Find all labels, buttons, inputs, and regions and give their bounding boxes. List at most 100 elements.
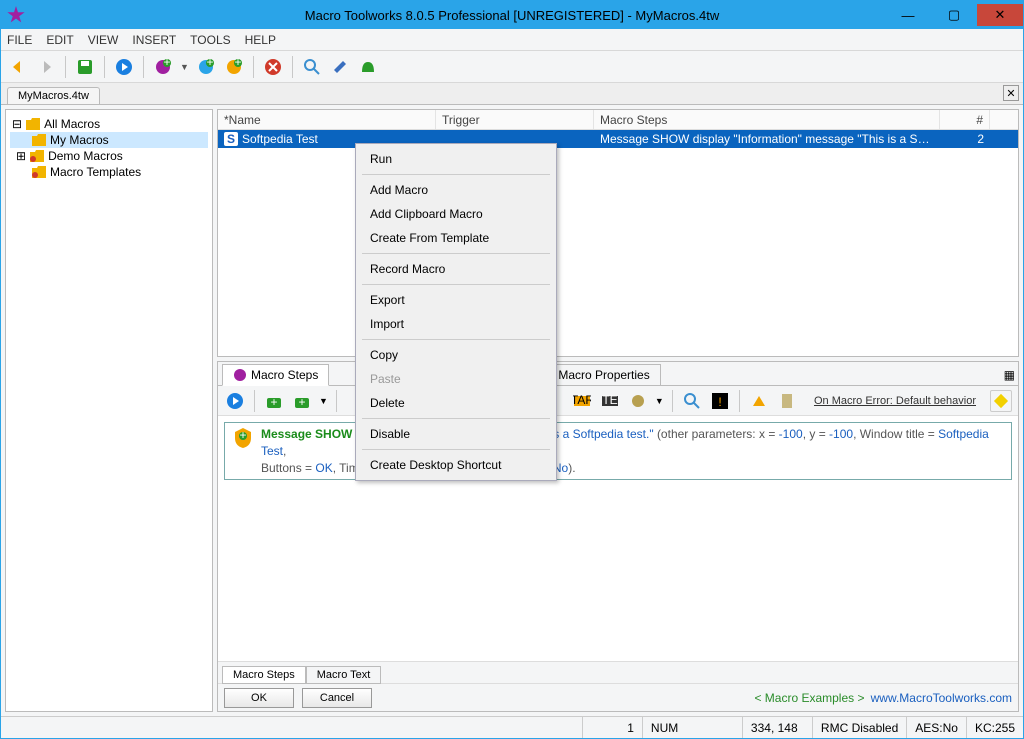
detail-panel: Macro Steps Macro Properties ▦ + + ▼ <box>217 361 1019 712</box>
svg-text:+: + <box>270 395 277 409</box>
svg-text:!: ! <box>718 395 721 409</box>
collapse-icon[interactable]: ⊟ <box>12 117 22 131</box>
ctx-import[interactable]: Import <box>358 312 554 336</box>
ctx-paste: Paste <box>358 367 554 391</box>
gear-small-icon[interactable] <box>627 390 649 412</box>
svg-text:+: + <box>206 58 213 69</box>
error-behavior-link[interactable]: On Macro Error: Default behavior <box>814 395 976 407</box>
find-button[interactable] <box>301 56 323 78</box>
expand-icon[interactable]: ⊞ <box>16 149 26 163</box>
website-link[interactable]: www.MacroToolworks.com <box>871 691 1012 705</box>
menubar: FILE EDIT VIEW INSERT TOOLS HELP <box>1 29 1023 51</box>
ctx-record[interactable]: Record Macro <box>358 257 554 281</box>
dropdown-arrow-icon[interactable]: ▼ <box>180 62 189 72</box>
find-step-button[interactable] <box>681 390 703 412</box>
ctx-delete[interactable]: Delete <box>358 391 554 415</box>
run-button[interactable] <box>113 56 135 78</box>
svg-text:+: + <box>234 58 241 69</box>
menu-help[interactable]: HELP <box>245 33 276 47</box>
macro-list[interactable]: *Name Trigger Macro Steps # S Softpedia … <box>217 109 1019 357</box>
list-header: *Name Trigger Macro Steps # <box>218 110 1018 130</box>
row-steps: Message SHOW display "Information" messa… <box>594 132 940 146</box>
start-rec-icon[interactable]: START <box>571 390 593 412</box>
svg-text:+: + <box>163 58 170 69</box>
ctx-add-macro[interactable]: Add Macro <box>358 178 554 202</box>
ctx-export[interactable]: Export <box>358 288 554 312</box>
svg-text:+: + <box>239 428 246 442</box>
col-name[interactable]: *Name <box>218 110 436 129</box>
menu-tools[interactable]: TOOLS <box>190 33 230 47</box>
status-num: NUM <box>642 717 742 738</box>
tree-root[interactable]: ⊟ All Macros <box>10 116 208 132</box>
tree-macro-templates[interactable]: Macro Templates <box>10 164 208 180</box>
macro-type-icon: S <box>224 132 238 146</box>
save-button[interactable] <box>74 56 96 78</box>
dropdown-arrow-icon[interactable]: ▼ <box>655 396 664 406</box>
add-step-down-button[interactable]: + <box>291 390 313 412</box>
menu-file[interactable]: FILE <box>7 33 32 47</box>
col-trigger[interactable]: Trigger <box>436 110 594 129</box>
ctx-add-clipboard[interactable]: Add Clipboard Macro <box>358 202 554 226</box>
folder-icon <box>32 134 46 146</box>
ctx-shortcut[interactable]: Create Desktop Shortcut <box>358 453 554 477</box>
titlebar: Macro Toolworks 8.0.5 Professional [UNRE… <box>1 1 1023 29</box>
ctx-disable[interactable]: Disable <box>358 422 554 446</box>
step-rec-icon[interactable]: STEP <box>599 390 621 412</box>
export-icon[interactable] <box>748 390 770 412</box>
minimize-button[interactable]: — <box>885 4 931 26</box>
tab-macro-steps[interactable]: Macro Steps <box>222 364 329 386</box>
settings-button[interactable] <box>329 56 351 78</box>
close-tab-button[interactable]: ✕ <box>1003 85 1019 101</box>
context-menu: Run Add Macro Add Clipboard Macro Create… <box>355 143 557 481</box>
statusbar: 1 NUM 334, 148 RMC Disabled AES:No KC:25… <box>1 716 1023 738</box>
panel-options-button[interactable]: ▦ <box>1001 365 1018 385</box>
bottom-tabs: Macro Steps Macro Text <box>218 661 1018 683</box>
status-rmc: RMC Disabled <box>812 717 906 738</box>
step-row[interactable]: + Message SHOW display "Information" mes… <box>224 422 1012 480</box>
menu-edit[interactable]: EDIT <box>46 33 73 47</box>
ctx-create-template[interactable]: Create From Template <box>358 226 554 250</box>
tree-my-macros[interactable]: My Macros <box>10 132 208 148</box>
add-gear1-button[interactable]: + <box>152 56 174 78</box>
macro-tree[interactable]: ⊟ All Macros My Macros ⊞ Demo Macros Mac… <box>5 109 213 712</box>
maximize-button[interactable]: ▢ <box>931 4 977 26</box>
folder-icon <box>30 150 44 162</box>
col-count[interactable]: # <box>940 110 990 129</box>
svg-text:+: + <box>298 395 305 409</box>
back-button[interactable] <box>7 56 29 78</box>
doc-icon[interactable] <box>776 390 798 412</box>
tree-demo-macros[interactable]: ⊞ Demo Macros <box>10 148 208 164</box>
cancel-button[interactable]: Cancel <box>302 688 372 708</box>
ctx-run[interactable]: Run <box>358 147 554 171</box>
ok-button[interactable]: OK <box>224 688 294 708</box>
ctx-copy[interactable]: Copy <box>358 343 554 367</box>
examples-link[interactable]: < Macro Examples > <box>754 691 864 705</box>
warning-icon[interactable]: ! <box>709 390 731 412</box>
forward-button[interactable] <box>35 56 57 78</box>
close-button[interactable]: ✕ <box>977 4 1023 26</box>
add-gear3-button[interactable]: + <box>223 56 245 78</box>
menu-view[interactable]: VIEW <box>88 33 119 47</box>
delete-button[interactable] <box>262 56 284 78</box>
col-steps[interactable]: Macro Steps <box>594 110 940 129</box>
list-row[interactable]: S Softpedia Test Message SHOW display "I… <box>218 130 1018 148</box>
btab-steps[interactable]: Macro Steps <box>222 666 306 684</box>
play-step-button[interactable] <box>224 390 246 412</box>
file-tab[interactable]: MyMacros.4tw <box>7 87 100 104</box>
btab-text[interactable]: Macro Text <box>306 666 382 684</box>
tree-root-label: All Macros <box>44 117 100 131</box>
help-button[interactable] <box>357 56 379 78</box>
tab-label: Macro Steps <box>251 368 318 382</box>
row-count: 2 <box>940 132 990 146</box>
tree-item-label: Macro Templates <box>50 165 141 179</box>
steps-area[interactable]: + Message SHOW display "Information" mes… <box>218 416 1018 661</box>
add-gear2-button[interactable]: + <box>195 56 217 78</box>
menu-insert[interactable]: INSERT <box>132 33 176 47</box>
dropdown-arrow-icon[interactable]: ▼ <box>319 396 328 406</box>
behavior-options-button[interactable] <box>990 390 1012 412</box>
folder-icon <box>32 166 46 178</box>
window-title: Macro Toolworks 8.0.5 Professional [UNRE… <box>305 8 719 23</box>
app-icon <box>7 6 25 24</box>
status-aes: AES:No <box>906 717 966 738</box>
add-step-button[interactable]: + <box>263 390 285 412</box>
